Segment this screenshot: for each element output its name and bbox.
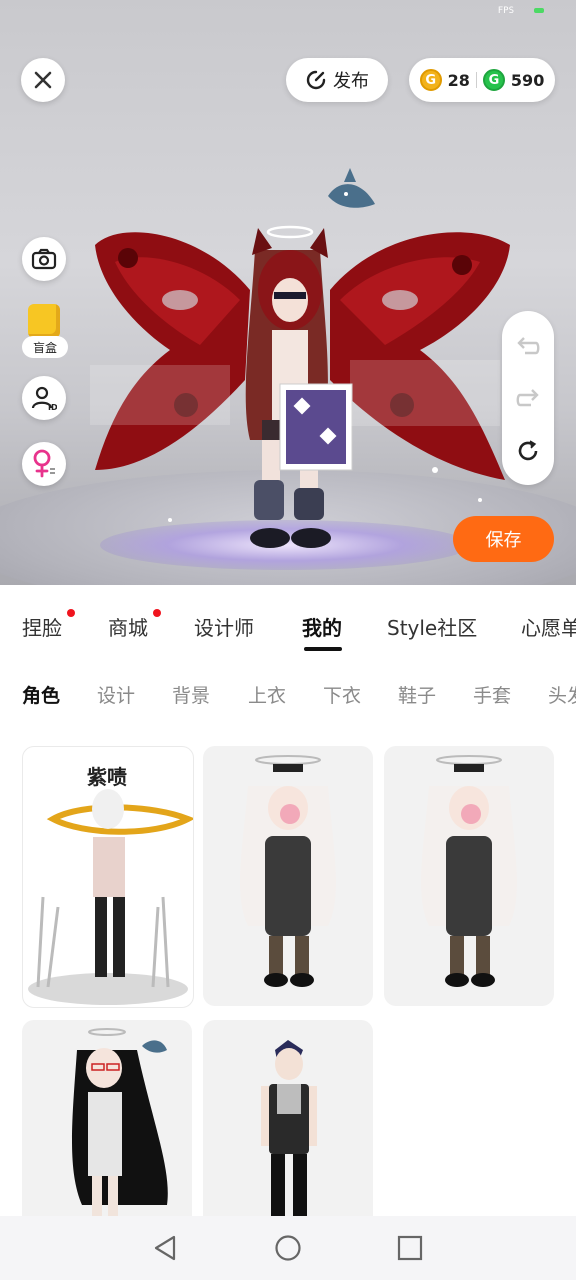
publish-button[interactable]: 发布 <box>286 58 388 102</box>
female-gender-icon <box>33 449 55 478</box>
reset-icon[interactable] <box>516 439 540 463</box>
home-icon[interactable] <box>274 1234 302 1262</box>
svg-text:ID: ID <box>48 403 57 411</box>
tab-mine[interactable]: 我的 <box>302 612 342 641</box>
gold-coin-count: 28 <box>447 70 470 90</box>
redo-icon[interactable] <box>515 387 541 409</box>
character-thumbnail <box>421 755 517 987</box>
tab-shop[interactable]: 商城 <box>108 612 148 641</box>
recents-icon[interactable] <box>397 1235 423 1261</box>
fps-status-dot <box>534 8 544 13</box>
subtab-gloves[interactable]: 手套 <box>473 681 511 708</box>
tab-shop-notification-dot <box>153 609 161 617</box>
save-button[interactable]: 保存 <box>453 516 554 562</box>
tab-designer[interactable]: 设计师 <box>194 612 254 641</box>
tab-wishlist[interactable]: 心愿单 <box>521 612 576 641</box>
avatar-id-button[interactable]: ID <box>22 376 66 420</box>
user-id-icon: ID <box>31 386 57 411</box>
undo-icon[interactable] <box>515 335 541 357</box>
character-thumbnail <box>28 789 193 1005</box>
character-card-3[interactable] <box>384 746 554 1006</box>
tab-style-community[interactable]: Style社区 <box>387 612 477 641</box>
camera-icon <box>31 248 57 270</box>
gender-switch-button[interactable] <box>22 442 66 486</box>
blind-box-label: 盲盒 <box>22 336 68 358</box>
green-coin-count: 590 <box>510 70 545 90</box>
back-icon[interactable] <box>152 1234 178 1262</box>
tab-face[interactable]: 捏脸 <box>22 612 62 641</box>
subtab-hair[interactable]: 头发 <box>548 681 576 708</box>
currency-divider <box>475 72 477 88</box>
character-card-2[interactable] <box>203 746 373 1006</box>
subtab-bottom[interactable]: 下衣 <box>323 681 361 708</box>
tab-face-notification-dot <box>67 609 75 617</box>
close-button[interactable] <box>21 58 65 102</box>
currency-balance[interactable]: G 28 G 590 <box>409 58 555 102</box>
character-card-1[interactable]: 紫啧 <box>22 746 194 1008</box>
subtab-top[interactable]: 上衣 <box>248 681 286 708</box>
main-tab-bar <box>0 585 576 665</box>
fps-indicator: FPS <box>497 6 514 16</box>
subtab-background[interactable]: 背景 <box>172 681 210 708</box>
close-icon <box>34 71 52 89</box>
blind-box-button[interactable]: 盲盒 <box>22 304 68 358</box>
active-tab-indicator <box>304 647 342 651</box>
camera-button[interactable] <box>22 237 66 281</box>
subtab-design[interactable]: 设计 <box>97 681 135 708</box>
edit-history-panel <box>502 311 554 485</box>
character-thumbnail <box>240 755 336 987</box>
gold-coin-icon: G <box>419 69 442 91</box>
subtab-character[interactable]: 角色 <box>22 681 60 708</box>
publish-label: 发布 <box>333 71 369 92</box>
publish-icon <box>306 70 326 90</box>
avatar-stage[interactable]: FPS 发布 G 28 G 590 盲盒 ID 保存 <box>0 0 576 585</box>
green-coin-icon: G <box>482 69 505 91</box>
system-navigation-bar <box>0 1216 576 1280</box>
blind-box-icon <box>28 304 60 338</box>
subtab-shoes[interactable]: 鞋子 <box>398 681 436 708</box>
